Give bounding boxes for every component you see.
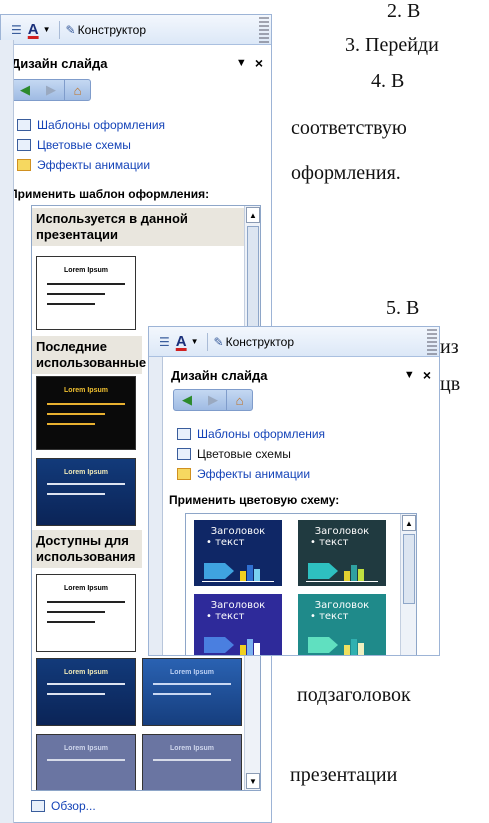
pane-nav-row: ◀ ▶ ⌂ [173,389,253,411]
color-schemes-icon [17,139,31,151]
toolbar-grip[interactable] [259,17,269,43]
font-color-icon[interactable]: A [176,333,187,350]
template-thumb[interactable]: Lorem Ipsum [36,658,136,726]
scroll-down-icon[interactable]: ▼ [246,773,260,789]
color-schemes-icon [177,448,191,460]
pane-header: Дизайн слайда ▼ × [1,51,271,75]
group-available: Доступны для использования [32,530,142,568]
constructor-button[interactable]: Конструктор [226,335,294,349]
doc-line-5-cont: из [440,336,459,358]
home-icon[interactable]: ⌂ [64,80,90,100]
color-scheme-2[interactable]: Заголовок • текст [298,520,386,586]
template-thumb[interactable]: Lorem Ipsum [36,458,136,526]
templates-icon [17,119,31,131]
color-scheme-3[interactable]: Заголовок • текст [194,594,282,655]
apply-color-scheme-label: Применить цветовую схему: [169,493,340,507]
indent-icon[interactable]: ☰ [159,335,170,349]
pane-menu-icon[interactable]: ▼ [236,57,247,69]
pane-menu-icon[interactable]: ▼ [404,369,415,381]
doc-word-presentation: презентации [290,764,398,786]
scroll-up-icon[interactable]: ▲ [246,207,260,223]
font-color-icon[interactable]: A [28,21,39,38]
link-color-schemes[interactable]: Цветовые схемы [17,138,131,152]
document-scrollbar[interactable] [0,40,14,823]
back-icon[interactable]: ◀ [174,390,200,410]
back-icon[interactable]: ◀ [12,80,38,100]
animation-icon [177,468,191,480]
doc-word-subtitle: подзаголовок [297,684,411,706]
animation-icon [17,159,31,171]
browse-link[interactable]: Обзор... [31,799,96,813]
scroll-up-icon[interactable]: ▲ [402,515,416,531]
template-thumb[interactable]: Lorem Ipsum [36,256,136,330]
templates-icon [177,428,191,440]
doc-line-5: 5. В [386,297,420,319]
doc-line-4-cont: соответствую [291,117,407,139]
indent-icon[interactable]: ☰ [11,23,22,37]
formatting-toolbar: ☰ A ▼ ✎ Конструктор [1,15,271,45]
close-icon[interactable]: × [255,55,263,71]
toolbar-separator [58,20,60,39]
pane-title: Дизайн слайда [171,367,268,383]
pane-header: Дизайн слайда ▼ × [161,363,439,387]
template-thumb[interactable]: Lorem Ipsum [36,574,136,652]
doc-line-2: 2. В [387,0,421,22]
browse-icon [31,800,45,812]
group-recent: Последние использованные [32,336,146,374]
toolbar-grip[interactable] [427,329,437,355]
color-scheme-list[interactable]: Заголовок • текст Заголовок • текст Заго… [185,513,417,655]
forward-icon[interactable]: ▶ [38,80,64,100]
group-in-use: Используется в данной презентации [32,208,244,246]
design-icon: ✎ [213,334,224,349]
template-thumb[interactable]: Lorem Ipsum [142,658,242,726]
toolbar-separator [206,332,208,351]
close-icon[interactable]: × [423,367,431,383]
link-design-templates[interactable]: Шаблоны оформления [177,427,325,441]
forward-icon[interactable]: ▶ [200,390,226,410]
home-icon[interactable]: ⌂ [226,390,252,410]
dropdown-arrow-icon[interactable]: ▼ [191,337,199,346]
formatting-toolbar: ☰ A ▼ ✎ Конструктор [149,327,439,357]
doc-line-4: 4. В [371,70,405,92]
color-scheme-4[interactable]: Заголовок • текст [298,594,386,655]
template-thumb[interactable]: Lorem Ipsum [142,734,242,790]
doc-line-4-cont2: оформления. [291,162,401,184]
dropdown-arrow-icon[interactable]: ▼ [43,25,51,34]
doc-line-5-cont2: цв [440,373,461,395]
pane-nav-row: ◀ ▶ ⌂ [11,79,91,101]
color-scheme-1[interactable]: Заголовок • текст [194,520,282,586]
link-color-schemes[interactable]: Цветовые схемы [177,447,291,461]
template-thumb[interactable]: Lorem Ipsum [36,376,136,450]
slide-design-pane-color-schemes: ☰ A ▼ ✎ Конструктор Дизайн слайда ▼ × ◀ … [148,326,440,656]
scroll-thumb[interactable] [403,534,415,604]
design-icon: ✎ [65,22,76,37]
link-animation-effects[interactable]: Эффекты анимации [177,467,310,481]
link-animation-effects[interactable]: Эффекты анимации [17,158,150,172]
constructor-button[interactable]: Конструктор [78,23,146,37]
template-thumb[interactable]: Lorem Ipsum [36,734,136,790]
color-scheme-scrollbar[interactable]: ▲ [400,514,416,655]
link-design-templates[interactable]: Шаблоны оформления [17,118,165,132]
doc-line-3: 3. Перейди [345,34,439,56]
pane-title: Дизайн слайда [11,55,108,71]
apply-template-label: Применить шаблон оформления: [9,187,210,201]
pane2-left-scrollbar[interactable] [149,357,163,655]
